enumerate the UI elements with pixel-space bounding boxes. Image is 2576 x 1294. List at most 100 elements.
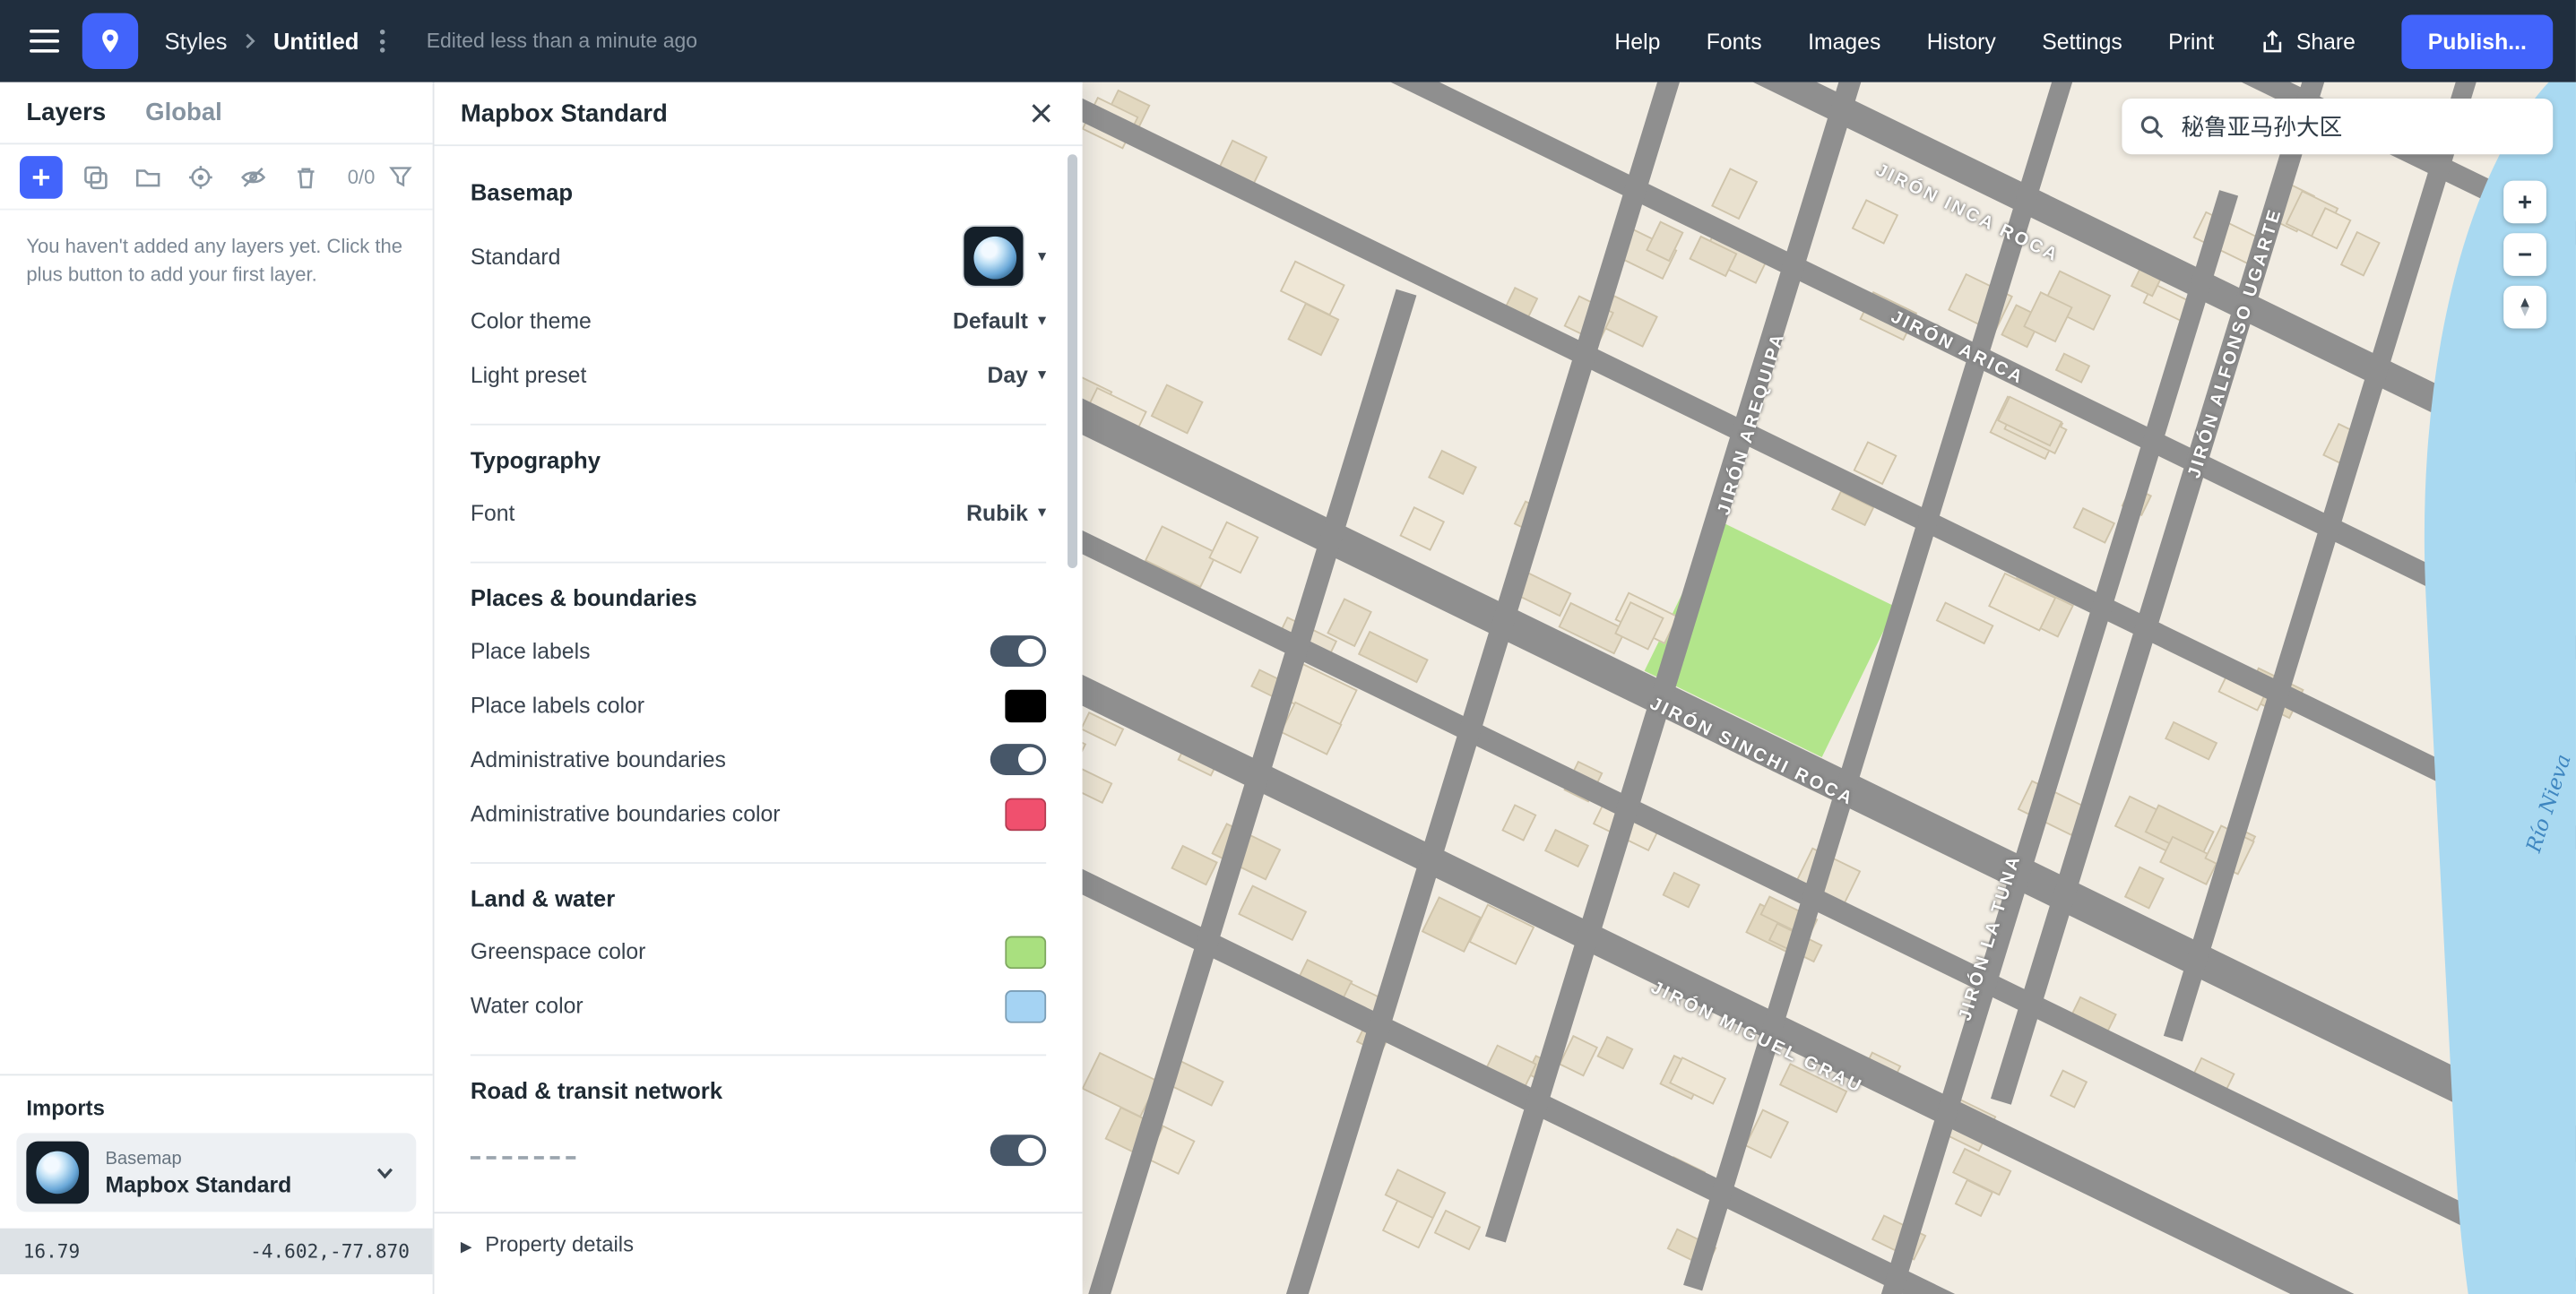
clipped-toggle[interactable]	[990, 1134, 1046, 1165]
building	[1434, 1209, 1482, 1250]
building	[2123, 866, 2164, 910]
chevron-down-icon	[374, 1161, 397, 1185]
section-places-boundaries: Places & boundaries	[471, 584, 1046, 610]
row-place-labels: Place labels	[471, 624, 1046, 677]
building	[1545, 829, 1590, 867]
edited-status: Edited less than a minute ago	[427, 30, 697, 53]
place-labels-toggle[interactable]	[990, 635, 1046, 667]
nav-fonts[interactable]: Fonts	[1707, 29, 1762, 53]
street-label-arica: JIRÓN ARICA	[1888, 307, 2027, 389]
breadcrumb-styles[interactable]: Styles	[165, 28, 228, 54]
property-details-label: Property details	[485, 1231, 634, 1255]
building	[1209, 521, 1260, 574]
building	[2073, 506, 2116, 543]
map-search-box	[2122, 99, 2553, 154]
publish-button[interactable]: Publish...	[2401, 14, 2553, 68]
search-input[interactable]	[2178, 112, 2537, 142]
building	[1150, 384, 1203, 435]
building	[1935, 601, 1993, 644]
greenspace-color-swatch[interactable]	[1005, 936, 1046, 969]
filter-icon[interactable]	[388, 164, 413, 188]
style-menu-icon[interactable]	[372, 24, 393, 57]
light-preset-select[interactable]: Day ▾	[987, 363, 1046, 387]
section-road-transit: Road & transit network	[471, 1077, 1046, 1103]
compass-button[interactable]	[2503, 286, 2546, 329]
import-name: Mapbox Standard	[105, 1171, 291, 1195]
add-layer-button[interactable]	[20, 155, 63, 198]
map-canvas[interactable]: JIRÓN INCA ROCA JIRÓN ARICA JIRÓN ALFONS…	[1083, 82, 2576, 1294]
row-color-theme: Color theme Default ▾	[471, 294, 1046, 348]
topbar: Styles Untitled Edited less than a minut…	[0, 0, 2576, 82]
water-color-swatch[interactable]	[1005, 989, 1046, 1022]
tab-global[interactable]: Global	[145, 99, 222, 126]
menu-icon[interactable]	[23, 20, 66, 63]
panel-title: Mapbox Standard	[461, 99, 668, 127]
eye-off-icon[interactable]	[234, 157, 273, 196]
import-type: Basemap	[105, 1149, 291, 1169]
share-button[interactable]: Share	[2260, 29, 2355, 53]
zoom-to-layer-icon[interactable]	[181, 157, 220, 196]
sidebar-tabs: Layers Global	[0, 82, 433, 145]
row-light-preset: Light preset Day ▾	[471, 348, 1046, 401]
chevron-down-icon: ▾	[1038, 312, 1046, 330]
building	[1237, 885, 1307, 943]
nav-help[interactable]: Help	[1614, 29, 1660, 53]
color-theme-select[interactable]: Default ▾	[953, 309, 1046, 333]
color-theme-value: Default	[953, 309, 1028, 333]
breadcrumb: Styles Untitled	[165, 24, 394, 57]
section-land-water: Land & water	[471, 885, 1046, 911]
share-icon	[2260, 29, 2285, 53]
place-labels-color-swatch[interactable]	[1005, 689, 1046, 722]
font-select[interactable]: Rubik ▾	[966, 501, 1046, 525]
row-greenspace-color: Greenspace color	[471, 925, 1046, 979]
mapbox-logo-icon[interactable]	[82, 13, 138, 69]
compass-needle-icon	[2513, 296, 2537, 319]
plus-icon	[30, 165, 53, 188]
font-value: Rubik	[966, 501, 1028, 525]
nav-history[interactable]: History	[1927, 29, 1996, 53]
basemap-style-select[interactable]: ▾	[963, 225, 1047, 288]
chevron-down-icon: ▾	[1038, 247, 1046, 265]
building	[2049, 1070, 2088, 1109]
duplicate-icon[interactable]	[75, 157, 115, 196]
zoom-out-button[interactable]: −	[2503, 233, 2546, 276]
app-window: Styles Untitled Edited less than a minut…	[0, 0, 2576, 1294]
section-basemap: Basemap	[471, 179, 1046, 205]
nav-print[interactable]: Print	[2168, 29, 2214, 53]
building	[1596, 1036, 1632, 1068]
import-basemap-card[interactable]: Basemap Mapbox Standard	[16, 1133, 416, 1212]
share-label: Share	[2296, 29, 2356, 53]
building	[1662, 871, 1701, 909]
triangle-right-icon: ▶	[461, 1238, 472, 1255]
building	[1170, 845, 1218, 887]
trash-icon[interactable]	[286, 157, 325, 196]
admin-boundaries-toggle[interactable]	[990, 744, 1046, 775]
nav-settings[interactable]: Settings	[2042, 29, 2122, 53]
building	[1668, 1057, 1725, 1106]
building	[1427, 450, 1475, 495]
building	[2055, 352, 2090, 384]
standard-label: Standard	[471, 244, 561, 268]
panel-body: Basemap Standard ▾ Color theme Default ▾…	[434, 146, 1082, 1212]
panel-scrollbar[interactable]	[1068, 154, 1077, 568]
basemap-properties-panel: Mapbox Standard Basemap Standard ▾ Color…	[434, 82, 1082, 1294]
imports-heading: Imports	[26, 1095, 406, 1119]
building	[1711, 168, 1758, 220]
breadcrumb-title[interactable]: Untitled	[273, 28, 359, 54]
close-icon[interactable]	[1026, 99, 1056, 128]
building	[1501, 804, 1537, 841]
building	[2165, 722, 2217, 762]
admin-boundaries-color-swatch[interactable]	[1005, 798, 1046, 831]
clipped-row	[471, 1117, 1046, 1182]
zoom-in-button[interactable]: +	[2503, 181, 2546, 224]
property-details-toggle[interactable]: ▶ Property details	[434, 1212, 1082, 1294]
zoom-controls: + −	[2503, 181, 2546, 329]
tab-layers[interactable]: Layers	[26, 99, 106, 126]
standard-thumbnail-icon	[963, 225, 1025, 288]
chevron-down-icon: ▾	[1038, 505, 1046, 522]
building	[1083, 759, 1113, 804]
group-folder-icon[interactable]	[128, 157, 168, 196]
building	[1852, 199, 1898, 244]
layer-counter: 0/0	[348, 165, 376, 188]
nav-images[interactable]: Images	[1808, 29, 1880, 53]
